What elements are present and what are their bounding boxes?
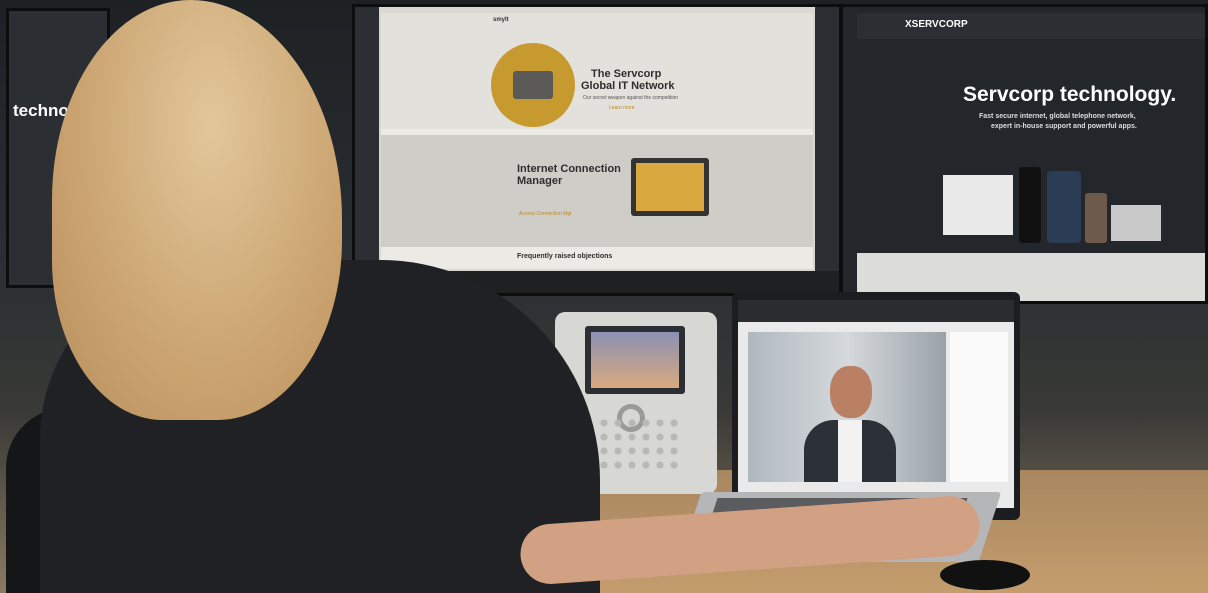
laptop-illustration: [631, 158, 709, 216]
side-panel: [950, 332, 1008, 482]
phone-keypad: [597, 416, 681, 474]
video-participant: [804, 360, 896, 482]
hero-sub: Our secret weapon against the competitio…: [583, 95, 679, 101]
laptop: [732, 292, 1020, 520]
hero-link[interactable]: Learn more: [609, 105, 635, 111]
person-hair: [52, 0, 342, 420]
faq-title: Frequently raised objections: [517, 253, 613, 260]
hero-title-1: The Servcorp: [591, 68, 662, 80]
center-monitor: smylt The Servcorp Global IT Network Our…: [352, 4, 842, 296]
section-title-1: Internet Connection: [517, 163, 621, 175]
right-monitor-screen: XSERVCORP Servcorp technology. Fast secu…: [843, 7, 1205, 301]
right-monitor-sub-1: Fast secure internet, global telephone n…: [979, 113, 1136, 120]
phone-display: [585, 326, 685, 394]
office-photo: technology. smylt The Servcorp Global IT…: [0, 0, 1208, 593]
laptop-screen: [738, 300, 1014, 508]
section-title-2: Manager: [517, 175, 563, 187]
webpage: smylt The Servcorp Global IT Network Our…: [381, 13, 813, 269]
connection-section: [381, 135, 813, 247]
site-brand: smylt: [493, 17, 509, 23]
video-call-toolbar: [738, 300, 1014, 322]
computer-mouse: [940, 560, 1030, 590]
editor-toolbar-right: [815, 7, 839, 271]
section-link[interactable]: Access Connection Mgr: [519, 211, 572, 217]
servcorp-logo: XSERVCORP: [905, 19, 968, 30]
right-monitor: XSERVCORP Servcorp technology. Fast secu…: [840, 4, 1208, 304]
globe-router-illustration: [491, 43, 575, 127]
hero-title-2: Global IT Network: [581, 80, 675, 92]
editor-toolbar-left: [355, 7, 379, 271]
device-lineup: [943, 167, 1161, 243]
video-feed: [748, 332, 946, 482]
center-monitor-screen: smylt The Servcorp Global IT Network Our…: [355, 7, 839, 293]
right-monitor-headline: Servcorp technology.: [963, 83, 1177, 106]
right-monitor-sub-2: expert in-house support and powerful app…: [991, 123, 1137, 130]
